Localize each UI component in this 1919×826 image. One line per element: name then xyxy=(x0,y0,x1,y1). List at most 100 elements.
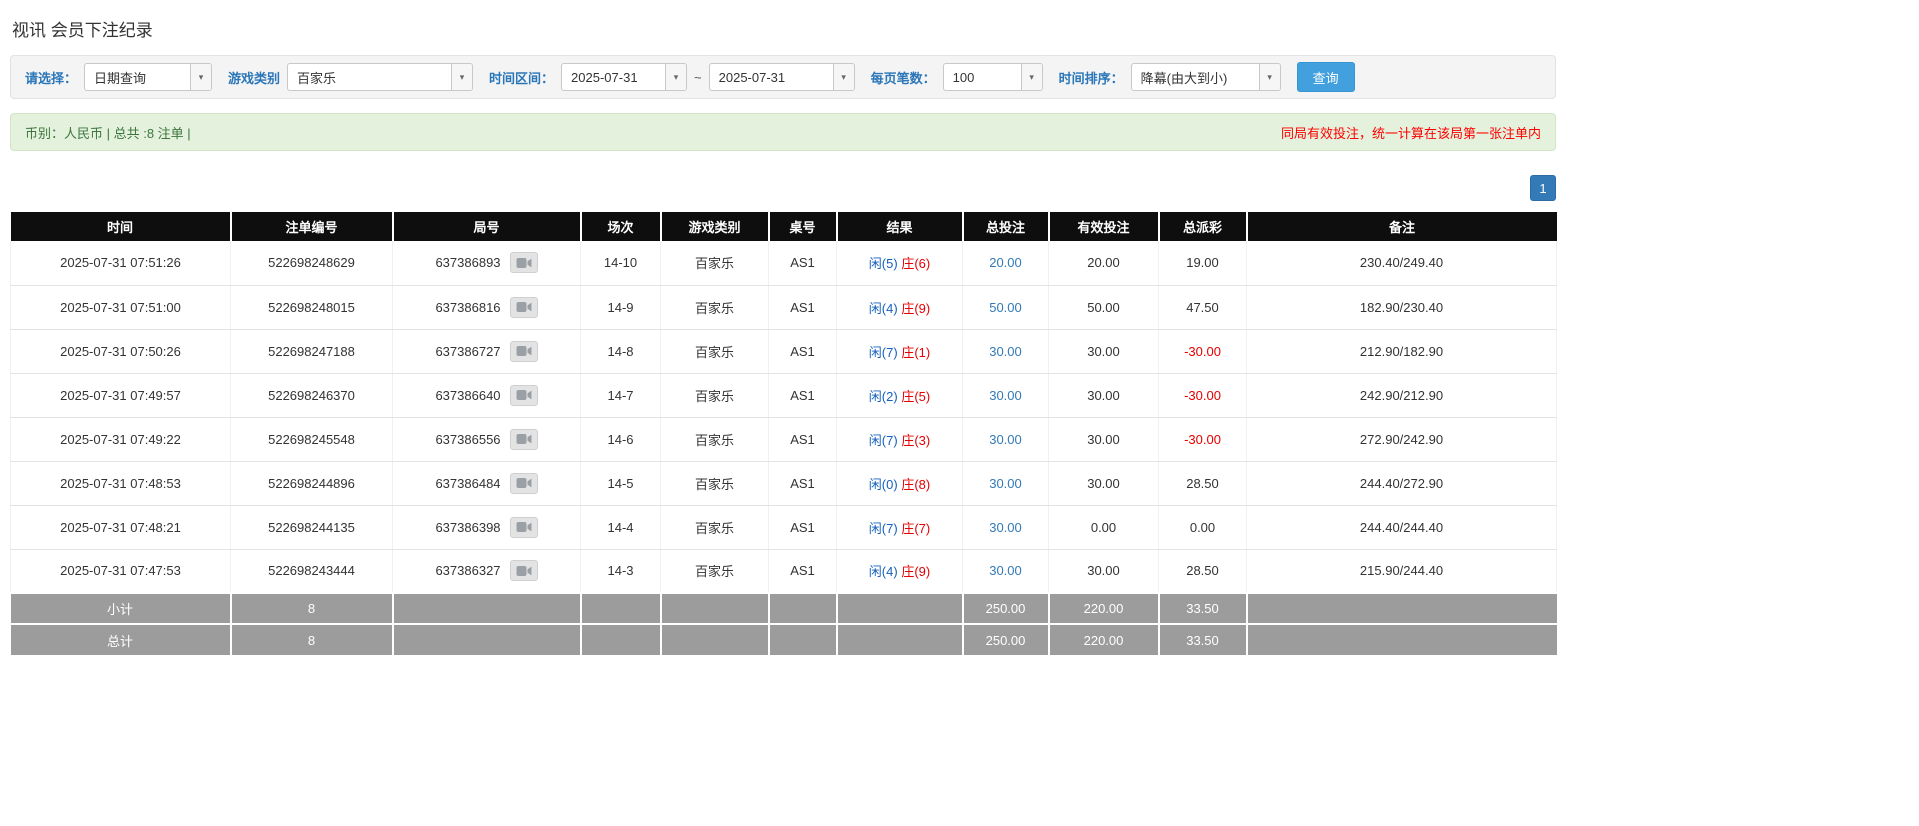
view-video-button[interactable] xyxy=(509,340,538,362)
subtotal-row: 小计 8 250.00 220.00 33.50 xyxy=(10,592,1557,624)
player-result: 闲(0) xyxy=(868,476,898,492)
remark-cell: 212.90/182.90 xyxy=(1246,329,1557,374)
table-no-cell: AS1 xyxy=(768,461,837,506)
game-type-select[interactable]: 百家乐 ▾ xyxy=(287,63,474,91)
view-video-button[interactable] xyxy=(509,472,538,494)
valid-bet-cell: 0.00 xyxy=(1048,505,1159,550)
payout-cell: 28.50 xyxy=(1158,461,1247,506)
empty-cell xyxy=(660,592,770,624)
chevron-down-icon[interactable]: ▾ xyxy=(832,64,854,90)
table-no-cell: AS1 xyxy=(768,505,837,550)
game-type-label: 游戏类别 xyxy=(228,70,281,86)
subtotal-row-valid-bet: 220.00 xyxy=(1048,592,1160,624)
total-bet-link[interactable]: 30.00 xyxy=(989,476,1022,491)
round-number: 637386398 xyxy=(435,519,501,535)
empty-cell xyxy=(1246,623,1557,655)
view-video-button[interactable] xyxy=(509,560,538,582)
time-cell: 2025-07-31 07:49:22 xyxy=(10,417,231,462)
valid-bet-cell: 30.00 xyxy=(1048,373,1159,418)
column-header: 场次 xyxy=(580,212,662,241)
date-from-select[interactable]: 2025-07-31 ▾ xyxy=(561,63,688,91)
total-bet-link[interactable]: 30.00 xyxy=(989,344,1022,359)
total-bet-link[interactable]: 30.00 xyxy=(989,388,1022,403)
chevron-down-icon[interactable]: ▾ xyxy=(190,64,212,90)
column-header: 时间 xyxy=(10,212,232,241)
total-bet-link[interactable]: 30.00 xyxy=(989,520,1022,535)
column-header: 游戏类别 xyxy=(660,212,770,241)
table-header: 时间 注单编号 局号 场次 游戏类别 桌号 结果 总投注 有效投注 总派彩 备注 xyxy=(10,212,1557,241)
remark-cell: 215.90/244.40 xyxy=(1246,549,1557,594)
table-row: 2025-07-31 07:47:53 522698243444 637386327… xyxy=(10,549,1557,594)
round-cell-inner: 637386640 xyxy=(393,384,580,406)
result-cell: 闲(7) 庄(3) xyxy=(836,417,963,462)
view-video-button[interactable] xyxy=(509,384,538,406)
payout-cell: 28.50 xyxy=(1158,549,1247,594)
game-type-cell: 百家乐 xyxy=(660,329,769,374)
round-number: 637386484 xyxy=(435,475,501,491)
session-cell: 14-8 xyxy=(580,329,661,374)
total-row-payout: 33.50 xyxy=(1158,623,1248,655)
column-header: 备注 xyxy=(1246,212,1557,241)
view-video-button[interactable] xyxy=(509,428,538,450)
table-row: 2025-07-31 07:49:57 522698246370 637386640… xyxy=(10,373,1557,418)
round-cell-inner: 637386398 xyxy=(393,516,580,538)
valid-bet-cell: 50.00 xyxy=(1048,285,1159,330)
subtotal-row-count: 8 xyxy=(230,592,394,624)
column-header: 有效投注 xyxy=(1048,212,1160,241)
time-sort-select[interactable]: 降幕(由大到小) ▾ xyxy=(1130,63,1281,91)
session-cell: 14-7 xyxy=(580,373,661,418)
query-type-select[interactable]: 日期查询 ▾ xyxy=(84,63,213,91)
summary-notice: 同局有效投注，统一计算在该局第一张注单内 xyxy=(1280,125,1541,141)
time-cell: 2025-07-31 07:50:26 xyxy=(10,329,231,374)
video-icon xyxy=(516,522,532,532)
player-result: 闲(2) xyxy=(868,388,898,404)
date-to-select[interactable]: 2025-07-31 ▾ xyxy=(708,63,855,91)
empty-cell xyxy=(392,592,582,624)
empty-cell xyxy=(836,623,964,655)
session-cell: 14-4 xyxy=(580,505,661,550)
round-number: 637386816 xyxy=(435,299,501,315)
view-video-button[interactable] xyxy=(509,296,538,318)
banker-result: 庄(9) xyxy=(901,564,931,580)
chevron-down-icon[interactable]: ▾ xyxy=(451,64,473,90)
banker-result: 庄(6) xyxy=(901,256,931,272)
remark-cell: 244.40/244.40 xyxy=(1246,505,1557,550)
per-page-select[interactable]: 100 ▾ xyxy=(942,63,1043,91)
banker-result: 庄(3) xyxy=(901,432,931,448)
payout-cell: -30.00 xyxy=(1158,373,1247,418)
round-cell: 637386640 xyxy=(392,373,581,418)
table-no-cell: AS1 xyxy=(768,241,837,286)
summary-currency-count: 币别：人民币 | 总共 :8 注单 | xyxy=(25,125,191,141)
table-no-cell: AS1 xyxy=(768,329,837,374)
total-bet-cell: 30.00 xyxy=(962,417,1049,462)
chevron-down-icon[interactable]: ▾ xyxy=(665,64,687,90)
total-bet-link[interactable]: 20.00 xyxy=(989,255,1022,270)
empty-cell xyxy=(1246,592,1557,624)
search-button[interactable]: 查询 xyxy=(1296,62,1355,92)
table-no-cell: AS1 xyxy=(768,373,837,418)
result-cell: 闲(0) 庄(8) xyxy=(836,461,963,506)
view-video-button[interactable] xyxy=(509,252,538,274)
video-icon xyxy=(516,257,532,268)
round-number: 637386327 xyxy=(435,563,501,579)
chevron-down-icon[interactable]: ▾ xyxy=(1258,64,1280,90)
remark-cell: 272.90/242.90 xyxy=(1246,417,1557,462)
video-icon xyxy=(516,390,532,400)
total-bet-link[interactable]: 50.00 xyxy=(989,300,1022,315)
bet-id-cell: 522698243444 xyxy=(230,549,393,594)
time-sort-value: 降幕(由大到小) xyxy=(1140,70,1228,86)
round-cell: 637386484 xyxy=(392,461,581,506)
total-bet-link[interactable]: 30.00 xyxy=(989,563,1022,578)
session-cell: 14-6 xyxy=(580,417,661,462)
subtotal-row-total-bet: 250.00 xyxy=(962,592,1050,624)
video-icon xyxy=(516,478,532,488)
chevron-down-icon[interactable]: ▾ xyxy=(1020,64,1042,90)
valid-bet-cell: 20.00 xyxy=(1048,241,1159,286)
game-type-cell: 百家乐 xyxy=(660,549,769,594)
remark-cell: 182.90/230.40 xyxy=(1246,285,1557,330)
total-bet-link[interactable]: 30.00 xyxy=(989,432,1022,447)
page-number-button[interactable]: 1 xyxy=(1530,175,1556,201)
result-cell: 闲(2) 庄(5) xyxy=(836,373,963,418)
view-video-button[interactable] xyxy=(509,516,538,538)
round-number: 637386556 xyxy=(435,431,501,447)
